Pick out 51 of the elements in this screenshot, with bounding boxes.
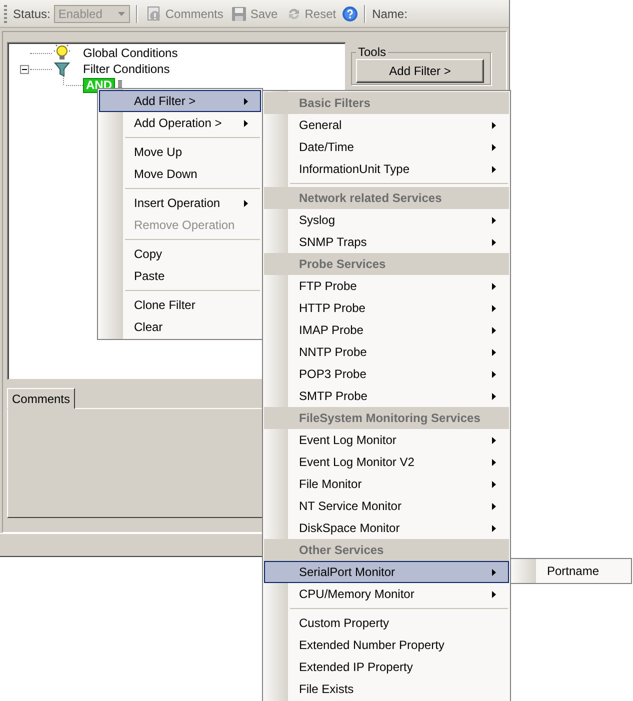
menu-item[interactable]: Move Up bbox=[99, 141, 261, 163]
menu-item[interactable]: SNMP Traps bbox=[264, 231, 509, 253]
menu-section-header: Network related Services bbox=[264, 187, 509, 209]
note-icon bbox=[146, 6, 162, 22]
menu-item[interactable]: InformationUnit Type bbox=[264, 158, 509, 180]
status-label: Status: bbox=[13, 6, 50, 20]
add-filter-button[interactable]: Add Filter > bbox=[356, 59, 484, 83]
menu-item[interactable]: Extended IP Property bbox=[264, 656, 509, 678]
menu-item[interactable]: SMTP Probe bbox=[264, 385, 509, 407]
menu-item[interactable]: Clear bbox=[99, 316, 261, 338]
help-icon[interactable] bbox=[342, 6, 358, 22]
menu-item[interactable]: NT Service Monitor bbox=[264, 495, 509, 517]
menu-item[interactable]: Paste bbox=[99, 265, 261, 287]
grip-icon bbox=[4, 4, 7, 22]
menu-item[interactable]: Custom Property bbox=[264, 612, 509, 634]
menu-item[interactable]: Move Down bbox=[99, 163, 261, 185]
menu-item[interactable]: Copy bbox=[99, 243, 261, 265]
menu-item[interactable]: Date/Time bbox=[264, 136, 509, 158]
funnel-icon bbox=[54, 61, 70, 77]
menu-item[interactable]: File Exists bbox=[264, 678, 509, 700]
menu-item[interactable]: HTTP Probe bbox=[264, 297, 509, 319]
menu-item[interactable]: Portname bbox=[512, 560, 630, 582]
menu-item[interactable]: Insert Operation bbox=[99, 192, 261, 214]
menu-item[interactable]: FTP Probe bbox=[264, 275, 509, 297]
menu-section-header: Probe Services bbox=[264, 253, 509, 275]
menu-section-header: Basic Filters bbox=[264, 92, 509, 114]
menu-item[interactable]: POP3 Probe bbox=[264, 363, 509, 385]
comments-tab[interactable]: Comments bbox=[7, 388, 76, 409]
menu-item[interactable]: IMAP Probe bbox=[264, 319, 509, 341]
menu-item[interactable]: Event Log Monitor bbox=[264, 429, 509, 451]
save-icon bbox=[231, 6, 248, 22]
tree-item[interactable]: Global Conditions bbox=[82, 46, 179, 60]
name-label: Name: bbox=[372, 6, 408, 20]
menu-item[interactable]: General bbox=[264, 114, 509, 136]
menu-item[interactable]: Syslog bbox=[264, 209, 509, 231]
caret-icon bbox=[118, 12, 126, 16]
menu-section-header: FileSystem Monitoring Services bbox=[264, 407, 509, 429]
collapse-icon[interactable] bbox=[20, 64, 29, 74]
menu-item[interactable]: SerialPort Monitor bbox=[264, 561, 509, 583]
menu-item[interactable]: Event Log Monitor V2 bbox=[264, 451, 509, 473]
tree-item[interactable]: Filter Conditions bbox=[82, 62, 171, 76]
menu-item[interactable]: Add Operation > bbox=[99, 112, 261, 134]
tools-title: Tools bbox=[357, 45, 388, 59]
menu-item[interactable]: NNTP Probe bbox=[264, 341, 509, 363]
menu-item[interactable]: Extended Number Property bbox=[264, 634, 509, 656]
menu-item[interactable]: File Monitor bbox=[264, 473, 509, 495]
menu-item[interactable]: CPU/Memory Monitor bbox=[264, 583, 509, 605]
menu-item[interactable]: Clone Filter bbox=[99, 294, 261, 316]
menu-item[interactable]: Add Filter > bbox=[99, 90, 261, 112]
menu-item[interactable]: DiskSpace Monitor bbox=[264, 517, 509, 539]
menu-section-header: Other Services bbox=[264, 539, 509, 561]
